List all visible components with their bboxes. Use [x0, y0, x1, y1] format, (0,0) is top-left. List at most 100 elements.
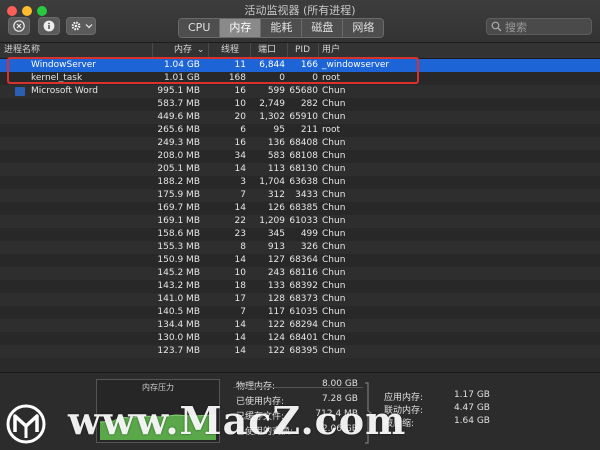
window-title: 活动监视器 (所有进程) — [244, 4, 356, 17]
cell-threads: 16 — [234, 138, 246, 148]
cell-pid: 68364 — [289, 255, 318, 265]
table-row[interactable]: 208.0 MB 34 583 68108 Chun — [0, 150, 600, 163]
cell-threads: 3 — [240, 177, 246, 187]
table-row[interactable]: 449.6 MB 20 1,302 65910 Chun — [0, 111, 600, 124]
table-row[interactable]: 130.0 MB 14 124 68401 Chun — [0, 332, 600, 345]
cell-pid: 499 — [300, 229, 318, 239]
cell-ports: 1,704 — [259, 177, 285, 187]
cell-memory: 141.0 MB — [157, 294, 200, 304]
table-row[interactable]: 158.6 MB 23 345 499 Chun — [0, 228, 600, 241]
table-row[interactable]: 150.9 MB 14 127 68364 Chun — [0, 254, 600, 267]
sort-indicator-icon: ⌄ — [196, 45, 205, 55]
watermark-text: www.MacZ.com — [68, 398, 407, 443]
table-row[interactable]: 134.4 MB 14 122 68294 Chun — [0, 319, 600, 332]
word-icon — [15, 87, 25, 96]
cell-memory: 123.7 MB — [157, 346, 200, 356]
column-header-memory[interactable]: 内存 ⌄ — [174, 44, 204, 57]
table-row[interactable]: Microsoft Word 995.1 MB 16 599 65680 Chun — [0, 85, 600, 98]
table-row[interactable]: 175.9 MB 7 312 3433 Chun — [0, 189, 600, 202]
info-icon — [43, 20, 55, 32]
process-name — [31, 306, 149, 319]
tab-disk[interactable]: 磁盘 — [302, 19, 344, 37]
table-row[interactable]: 205.1 MB 14 113 68130 Chun — [0, 163, 600, 176]
cell-threads: 8 — [240, 242, 246, 252]
cell-user: Chun — [322, 112, 346, 122]
cell-threads: 23 — [234, 229, 246, 239]
cell-user: Chun — [322, 333, 346, 343]
column-header-user[interactable]: 用户 — [322, 44, 340, 57]
cell-threads: 7 — [240, 307, 246, 317]
cell-user: Chun — [322, 99, 346, 109]
cell-pid: 282 — [300, 99, 318, 109]
cell-ports: 124 — [267, 333, 285, 343]
cell-pid: 68373 — [289, 294, 318, 304]
process-name — [31, 345, 149, 358]
table-row[interactable]: 265.6 MB 6 95 211 root — [0, 124, 600, 137]
macz-logo-icon — [6, 404, 46, 444]
process-name — [31, 267, 149, 280]
physical-memory-label: 物理内存: — [236, 382, 276, 392]
table-row[interactable]: 169.7 MB 14 126 68385 Chun — [0, 202, 600, 215]
cell-threads: 22 — [234, 216, 246, 226]
tab-cpu[interactable]: CPU — [179, 19, 221, 37]
tab-memory[interactable]: 内存 — [220, 19, 262, 37]
cell-threads: 6 — [240, 125, 246, 135]
cell-threads: 17 — [234, 294, 246, 304]
cell-threads: 7 — [240, 190, 246, 200]
cell-user: Chun — [322, 294, 346, 304]
cell-pid: 68116 — [289, 268, 318, 278]
quit-process-button[interactable] — [8, 17, 30, 35]
cell-pid: 211 — [300, 125, 318, 135]
table-row[interactable]: 155.3 MB 8 913 326 Chun — [0, 241, 600, 254]
table-row[interactable]: 583.7 MB 10 2,749 282 Chun — [0, 98, 600, 111]
table-row[interactable]: 143.2 MB 18 133 68392 Chun — [0, 280, 600, 293]
memory-pressure-label: 内存压力 — [142, 383, 174, 392]
cell-threads: 18 — [234, 281, 246, 291]
cell-threads: 10 — [234, 99, 246, 109]
cell-user: Chun — [322, 86, 346, 96]
process-table: WindowServer 1.04 GB 11 6,844 166 _windowserv… — [0, 59, 600, 371]
table-row[interactable]: 123.7 MB 14 122 68395 Chun — [0, 345, 600, 358]
tab-network[interactable]: 网络 — [343, 19, 384, 37]
x-circle-icon — [13, 20, 25, 32]
table-row[interactable]: 140.5 MB 7 117 61035 Chun — [0, 306, 600, 319]
table-row[interactable]: 169.1 MB 22 1,209 61033 Chun — [0, 215, 600, 228]
search-placeholder: 搜索 — [505, 20, 527, 34]
column-header-pid[interactable]: PID — [295, 44, 310, 57]
cell-memory: 175.9 MB — [157, 190, 200, 200]
process-name — [31, 215, 149, 228]
cell-pid: 65680 — [289, 86, 318, 96]
cell-ports: 345 — [267, 229, 285, 239]
process-name — [31, 111, 149, 124]
column-header-threads[interactable]: 线程 — [221, 44, 239, 57]
process-name — [31, 228, 149, 241]
table-row[interactable]: 141.0 MB 17 128 68373 Chun — [0, 293, 600, 306]
table-row[interactable]: 249.3 MB 16 136 68408 Chun — [0, 137, 600, 150]
cell-pid: 68401 — [289, 333, 318, 343]
process-name — [31, 150, 149, 163]
cell-ports: 312 — [267, 190, 285, 200]
cell-pid: 68294 — [289, 320, 318, 330]
tab-energy[interactable]: 能耗 — [261, 19, 303, 37]
table-row[interactable]: 145.2 MB 10 243 68116 Chun — [0, 267, 600, 280]
cell-memory: 143.2 MB — [157, 281, 200, 291]
inspect-process-button[interactable] — [38, 17, 60, 35]
cell-memory: 140.5 MB — [157, 307, 200, 317]
cell-threads: 14 — [234, 320, 246, 330]
cell-memory: 155.3 MB — [157, 242, 200, 252]
cell-threads: 14 — [234, 164, 246, 174]
cell-pid: 68408 — [289, 138, 318, 148]
cell-ports: 117 — [267, 307, 285, 317]
column-header-name[interactable]: 进程名称 — [4, 44, 40, 57]
action-menu-button[interactable] — [66, 17, 96, 35]
cell-memory: 169.1 MB — [157, 216, 200, 226]
cell-memory: 150.9 MB — [157, 255, 200, 265]
cell-ports: 2,749 — [259, 99, 285, 109]
cell-user: Chun — [322, 281, 346, 291]
search-input[interactable]: 搜索 — [486, 18, 592, 35]
cell-pid: 68108 — [289, 151, 318, 161]
cell-ports: 122 — [267, 320, 285, 330]
table-row[interactable]: 188.2 MB 3 1,704 63638 Chun — [0, 176, 600, 189]
process-name — [31, 319, 149, 332]
column-header-ports[interactable]: 端口 — [258, 44, 276, 57]
